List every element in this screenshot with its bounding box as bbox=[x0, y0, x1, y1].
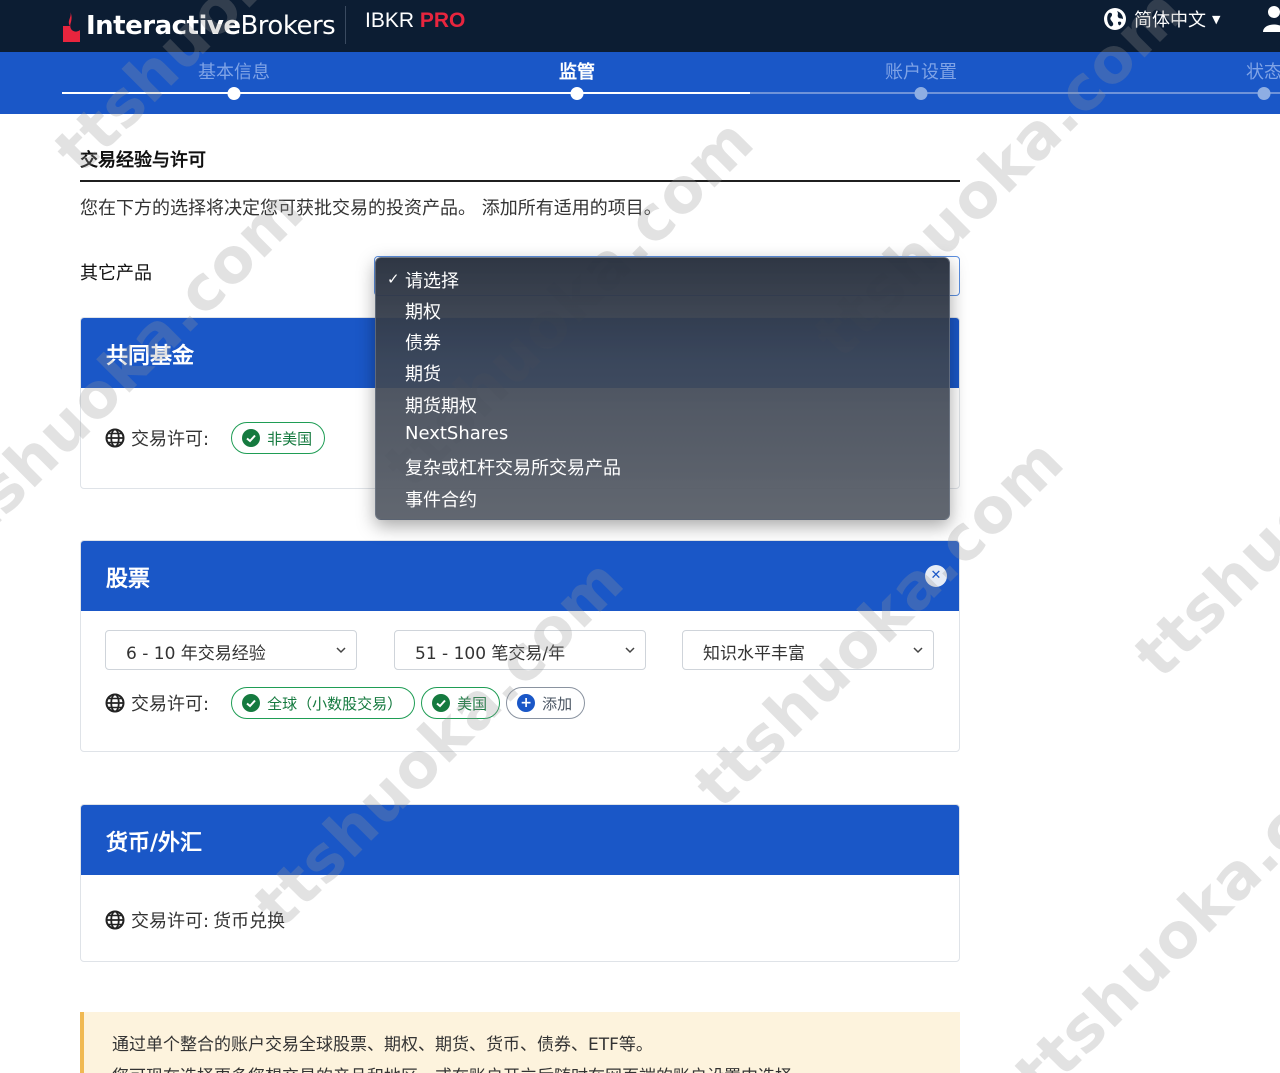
stepper-remaining-line bbox=[750, 92, 1280, 94]
step-dot-account-settings bbox=[914, 87, 928, 100]
forex-card: 货币/外汇 交易许可: 货币兑换 bbox=[80, 804, 960, 962]
menu-option-futures[interactable]: 期货 bbox=[405, 360, 441, 386]
chevron-down-icon bbox=[336, 647, 346, 654]
remove-stocks-button[interactable]: ✕ bbox=[925, 565, 947, 587]
add-permission-button[interactable]: + 添加 bbox=[506, 687, 586, 719]
mutual-funds-title: 共同基金 bbox=[106, 344, 195, 369]
watermark-text: ttshuoka.com bbox=[1000, 713, 1280, 1073]
step-regulatory[interactable]: 监管 bbox=[559, 58, 595, 84]
permission-pill-global-fractional[interactable]: 全球（小数股交易） bbox=[231, 687, 416, 719]
add-label: 添加 bbox=[542, 694, 573, 713]
step-basic-info[interactable]: 基本信息 bbox=[198, 58, 270, 84]
permission-pill-non-us[interactable]: 非美国 bbox=[231, 422, 326, 454]
notice-line-1: 通过单个整合的账户交易全球股票、期权、期货、货币、债券、ETF等。 bbox=[112, 1035, 653, 1055]
knowledge-level-value: 知识水平丰富 bbox=[703, 644, 805, 664]
user-icon[interactable] bbox=[1262, 4, 1280, 32]
checkmark-icon: ✓ bbox=[387, 270, 400, 288]
trade-permission-label: 交易许可: bbox=[131, 694, 210, 715]
step-dot-status bbox=[1257, 87, 1271, 100]
section-intro: 您在下方的选择将决定您可获批交易的投资产品。 添加所有适用的项目。 bbox=[80, 198, 662, 219]
ib-flame-logo-icon bbox=[63, 10, 80, 42]
other-products-label: 其它产品 bbox=[80, 263, 152, 284]
caret-down-icon: ▼ bbox=[1212, 12, 1221, 26]
globe-icon bbox=[105, 910, 125, 930]
menu-option-please-select[interactable]: 请选择 bbox=[405, 267, 459, 293]
trades-per-year-value: 51 - 100 笔交易/年 bbox=[415, 644, 566, 664]
permission-label: 全球（小数股交易） bbox=[267, 694, 403, 713]
mutual-funds-permissions: 交易许可: 非美国 bbox=[105, 422, 331, 454]
stocks-card: 股票 ✕ 6 - 10 年交易经验 51 - 100 笔交易/年 知识水平丰富 … bbox=[80, 540, 960, 752]
logo-text: InteractiveBrokers bbox=[86, 11, 336, 41]
permission-label: 非美国 bbox=[267, 429, 313, 448]
menu-option-complex-leveraged-etp[interactable]: 复杂或杠杆交易所交易产品 bbox=[405, 454, 621, 480]
forex-card-header: 货币/外汇 bbox=[81, 805, 959, 875]
plus-circle-icon: + bbox=[517, 694, 536, 712]
product-name: IBKR PRO bbox=[365, 9, 466, 32]
chevron-down-icon bbox=[913, 647, 923, 654]
chevron-down-icon bbox=[625, 647, 635, 654]
check-circle-icon bbox=[432, 694, 451, 712]
globe-icon bbox=[105, 693, 125, 713]
menu-option-futures-options[interactable]: 期货期权 bbox=[405, 392, 477, 418]
permission-pill-us[interactable]: 美国 bbox=[421, 687, 501, 719]
experience-select[interactable]: 6 - 10 年交易经验 bbox=[105, 630, 357, 670]
check-circle-icon bbox=[242, 694, 261, 712]
forex-title: 货币/外汇 bbox=[106, 831, 203, 856]
menu-option-event-contracts[interactable]: 事件合约 bbox=[405, 486, 477, 512]
step-dot-basic-info bbox=[227, 87, 241, 100]
header-divider bbox=[345, 6, 346, 44]
stocks-permissions: 交易许可: 全球（小数股交易） 美国 + 添加 bbox=[105, 687, 591, 719]
top-navbar: InteractiveBrokers IBKR PRO 简体中文 ▼ bbox=[0, 0, 1280, 52]
step-dot-regulatory bbox=[570, 87, 584, 100]
notice-line-2: 您可现在选择更多您想交易的产品和地区，或在账户开立后随时在网页端的账户设置中选择 bbox=[112, 1062, 792, 1073]
menu-option-bonds[interactable]: 债券 bbox=[405, 329, 441, 355]
forex-permission-value: 货币兑换 bbox=[213, 911, 286, 932]
interactive-brokers-logo[interactable]: InteractiveBrokers bbox=[60, 4, 336, 48]
section-divider bbox=[80, 180, 960, 182]
menu-option-options[interactable]: 期权 bbox=[405, 298, 441, 324]
other-products-dropdown-menu: ✓ 请选择 期权 债券 期货 期货期权 NextShares 复杂或杠杆交易所交… bbox=[375, 257, 950, 520]
step-account-settings[interactable]: 账户设置 bbox=[885, 58, 957, 84]
stocks-title: 股票 bbox=[106, 567, 151, 592]
trades-per-year-select[interactable]: 51 - 100 笔交易/年 bbox=[394, 630, 646, 670]
watermark-text: ttshuoka.com bbox=[1120, 293, 1280, 692]
trade-permission-label: 交易许可: bbox=[131, 911, 210, 932]
knowledge-level-select[interactable]: 知识水平丰富 bbox=[682, 630, 934, 670]
step-status[interactable]: 状态 bbox=[1246, 58, 1280, 84]
check-circle-icon bbox=[242, 429, 261, 447]
progress-stepper: 基本信息 监管 账户设置 状态 bbox=[0, 52, 1280, 114]
trade-permission-label: 交易许可: bbox=[131, 429, 210, 450]
menu-option-nextshares[interactable]: NextShares bbox=[405, 423, 508, 444]
permission-label: 美国 bbox=[457, 694, 488, 713]
stocks-card-header: 股票 ✕ bbox=[81, 541, 959, 611]
language-selector[interactable]: 简体中文 ▼ bbox=[1103, 6, 1220, 32]
section-title: 交易经验与许可 bbox=[80, 150, 206, 171]
forex-permissions: 交易许可: 货币兑换 bbox=[105, 907, 285, 933]
info-notice: 通过单个整合的账户交易全球股票、期权、期货、货币、债券、ETF等。 您可现在选择… bbox=[80, 1012, 960, 1073]
globe-icon bbox=[1104, 8, 1126, 30]
experience-value: 6 - 10 年交易经验 bbox=[126, 644, 266, 664]
stepper-progress-line bbox=[62, 92, 750, 94]
globe-icon bbox=[105, 428, 125, 448]
language-label: 简体中文 bbox=[1134, 10, 1206, 31]
